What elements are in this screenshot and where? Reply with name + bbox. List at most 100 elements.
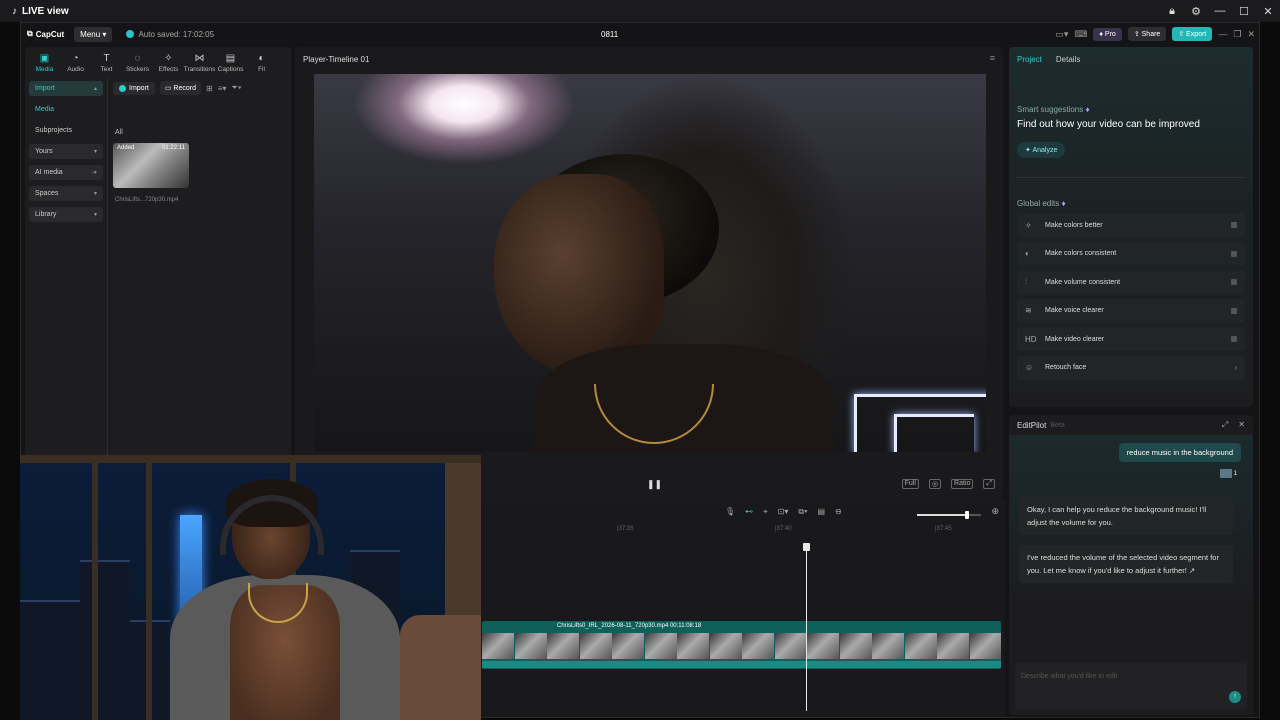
- menu-button[interactable]: Menu ▾: [74, 26, 113, 42]
- clip-frame: [937, 633, 969, 659]
- chevron-icon: ▴: [93, 86, 97, 92]
- player-menu-icon[interactable]: ≡: [990, 53, 995, 63]
- toggle-checkbox[interactable]: [1231, 250, 1237, 257]
- sidebar-item-ai-media[interactable]: AI media ➜: [29, 165, 103, 180]
- global-edit-row[interactable]: ⫶ Make volume consistent: [1017, 270, 1245, 294]
- ratio-button[interactable]: Ratio: [951, 479, 974, 489]
- filter-icon[interactable]: ⏷▾: [231, 83, 241, 93]
- global-edit-row[interactable]: ≋ Make voice clearer: [1017, 298, 1245, 323]
- maximize-icon[interactable]: ☐: [1232, 5, 1256, 18]
- close-app-icon[interactable]: ✕: [1247, 29, 1255, 40]
- link-icon[interactable]: ⊷: [745, 507, 753, 517]
- split-icon[interactable]: ⌖: [763, 507, 768, 517]
- expand-icon[interactable]: ⤢: [1222, 420, 1228, 430]
- fullscreen-icon[interactable]: ⤢: [983, 479, 995, 489]
- user-attachment[interactable]: 1: [1219, 469, 1237, 478]
- sidebar-item-label: AI media: [35, 169, 63, 176]
- crop-icon[interactable]: ◎: [928, 479, 942, 489]
- import-button[interactable]: Import: [113, 81, 155, 95]
- toggle-checkbox[interactable]: [1231, 336, 1237, 342]
- minimize-icon[interactable]: —: [1208, 5, 1232, 18]
- analyze-button[interactable]: ✦ Analyze: [1017, 142, 1066, 158]
- zoom-knob[interactable]: [964, 511, 969, 519]
- media-sidebar: Import ▴ Media Subprojects Yours ▾ AI media ➜ Sp…: [29, 81, 103, 228]
- clip-frame: [742, 633, 774, 659]
- chevron-right-icon[interactable]: ›: [1234, 363, 1237, 372]
- clip-thumbnail-icon: [1219, 469, 1232, 478]
- minimize-app-icon[interactable]: —: [1218, 29, 1227, 39]
- sidebar-item-subprojects[interactable]: Subprojects: [29, 123, 103, 138]
- tab-stickers[interactable]: ◌ Stickers: [122, 54, 153, 74]
- city-building: [80, 560, 130, 720]
- sliders-icon: ⫶: [1025, 277, 1027, 286]
- video-preview[interactable]: [314, 74, 986, 452]
- send-icon[interactable]: ↑: [1229, 691, 1241, 703]
- record-button[interactable]: ▭ Record: [159, 81, 201, 95]
- sidebar-item-library[interactable]: Library ▾: [29, 207, 103, 222]
- sidebar-item-yours[interactable]: Yours ▾: [29, 144, 103, 159]
- share-button[interactable]: ⇪ Share: [1127, 27, 1167, 41]
- global-edit-label: Make colors consistent: [1045, 250, 1117, 257]
- export-button[interactable]: ⇧ Export: [1172, 27, 1213, 41]
- editpilot-input[interactable]: Describe what you'd like to edit ↑: [1015, 663, 1247, 709]
- sidebar-item-spaces[interactable]: Spaces ▾: [29, 186, 103, 201]
- sidebar-item-import[interactable]: Import ▴: [29, 81, 103, 96]
- pro-button[interactable]: ♦ Pro: [1093, 27, 1122, 41]
- playhead[interactable]: [803, 543, 810, 711]
- subtitle-icon[interactable]: ▤: [817, 507, 825, 517]
- tab-text[interactable]: T Text: [91, 53, 122, 74]
- city-building: [20, 600, 80, 720]
- lock-icon[interactable]: 🔒︎: [1160, 5, 1184, 18]
- tab-captions[interactable]: ▤ Captions: [215, 54, 246, 74]
- clip-frame: [482, 633, 514, 659]
- tab-media[interactable]: ▣ Media: [29, 54, 60, 74]
- global-edit-row[interactable]: HD Make video clearer: [1017, 327, 1245, 351]
- sidebar-item-label: Subprojects: [35, 127, 72, 134]
- clip-frame: [872, 633, 904, 659]
- tab-project[interactable]: Project: [1017, 55, 1042, 64]
- global-edit-label: Make voice clearer: [1045, 307, 1104, 314]
- sidebar-item-media[interactable]: Media: [29, 102, 103, 117]
- sort-icon[interactable]: ≡▾: [218, 84, 227, 93]
- microphone-icon[interactable]: 🎙︎: [725, 507, 735, 517]
- layout-icon[interactable]: ▭▾: [1055, 29, 1068, 40]
- preview-axis-icon[interactable]: ⧉▾: [798, 507, 807, 517]
- ruler-tick: |37:35: [617, 526, 634, 532]
- tab-details[interactable]: Details: [1056, 55, 1080, 64]
- tab-transitions[interactable]: ⋈ Transitions: [183, 54, 216, 74]
- tab-fil[interactable]: ◐ Fil: [246, 54, 277, 74]
- zoom-out-icon[interactable]: ⊖: [835, 507, 842, 517]
- media-filename: ChrisLifts...720p30.mp4: [115, 197, 179, 203]
- global-edit-row[interactable]: ✧ Make colors better: [1017, 213, 1245, 237]
- grid-view-icon[interactable]: ⊞: [206, 84, 213, 93]
- project-name[interactable]: 0811: [601, 30, 618, 39]
- tab-label: Transitions: [183, 66, 216, 73]
- media-panel: ▣ Media ◔ Audio T Text ◌ Stickers ✧ Effects ⋈ Trans…: [25, 47, 291, 457]
- close-icon[interactable]: ✕: [1256, 5, 1280, 18]
- global-edit-label: Make video clearer: [1045, 335, 1105, 343]
- media-thumbnail[interactable]: Added 01:22:11: [113, 143, 189, 188]
- restore-app-icon[interactable]: ❐: [1233, 29, 1241, 40]
- toggle-checkbox[interactable]: [1231, 222, 1237, 228]
- toggle-checkbox[interactable]: [1231, 307, 1237, 314]
- ruler-tick: |37:40: [775, 526, 792, 532]
- global-edit-label: Make colors better: [1045, 221, 1103, 229]
- pause-icon[interactable]: ❚❚: [647, 479, 662, 490]
- connect-icon[interactable]: ⊡▾: [778, 507, 789, 517]
- tab-label: Fil: [258, 66, 265, 73]
- gear-icon[interactable]: ⚙: [1184, 5, 1208, 18]
- global-edit-row[interactable]: ☺ Retouch face ›: [1017, 355, 1245, 380]
- text-icon: T: [103, 53, 110, 64]
- full-button[interactable]: Full: [901, 479, 919, 489]
- video-track-clip[interactable]: ChrisLifts0_IRL_2026-08-11_720p30.mp4 00…: [482, 621, 1001, 669]
- timeline-panel: 🎙︎ ⊷ ⌖ ⊡▾ ⧉▾ ▤ ⊖ ⊕ |37:35 |37:40 |37:45 Ch…: [481, 499, 1005, 717]
- zoom-slider[interactable]: [917, 511, 981, 519]
- global-edit-row[interactable]: ◐ Make colors consistent: [1017, 241, 1245, 266]
- tab-effects[interactable]: ✧ Effects: [153, 54, 184, 74]
- tab-audio[interactable]: ◔ Audio: [60, 54, 91, 74]
- zoom-in-icon[interactable]: ⊕: [991, 506, 999, 517]
- shortcuts-icon[interactable]: ⌨: [1074, 29, 1087, 40]
- close-icon[interactable]: ✕: [1238, 420, 1245, 430]
- filter-all-label[interactable]: All: [115, 129, 123, 136]
- toggle-checkbox[interactable]: [1231, 279, 1237, 285]
